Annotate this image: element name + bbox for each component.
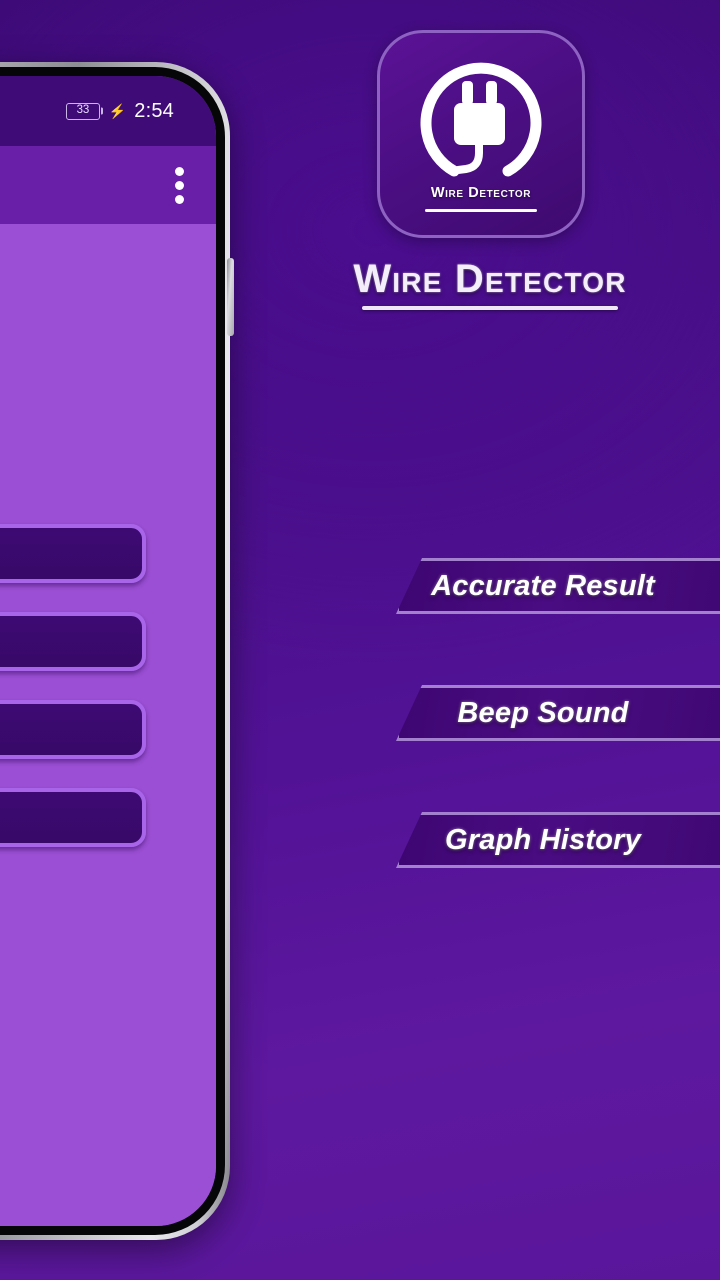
feature-banner-label: Graph History bbox=[445, 823, 641, 856]
kebab-dot bbox=[175, 180, 184, 190]
feature-banner: Beep Sound bbox=[396, 685, 720, 741]
app-menu-button[interactable] bbox=[0, 700, 146, 759]
kebab-menu-icon[interactable] bbox=[175, 166, 184, 204]
phone-screen: 33 ⚡ 2:54 bbox=[0, 76, 216, 1226]
feature-banner-label: Beep Sound bbox=[457, 696, 629, 729]
phone-power-button[interactable] bbox=[227, 258, 234, 336]
app-content bbox=[0, 224, 216, 1226]
app-bar bbox=[0, 146, 216, 224]
kebab-dot bbox=[175, 166, 184, 176]
app-button-list bbox=[0, 524, 146, 847]
battery-percent-label: 33 bbox=[76, 104, 90, 117]
feature-banner-label: Accurate Result bbox=[431, 569, 655, 602]
kebab-dot bbox=[175, 194, 184, 204]
feature-banner: Accurate Result bbox=[396, 558, 720, 614]
feature-banner: Graph History bbox=[396, 812, 720, 868]
charging-bolt-icon: ⚡ bbox=[108, 103, 127, 119]
battery-icon: 33 bbox=[65, 102, 100, 120]
phone-mockup: 33 ⚡ 2:54 bbox=[0, 62, 234, 1240]
app-menu-button[interactable] bbox=[0, 788, 146, 847]
app-menu-button[interactable] bbox=[0, 612, 146, 671]
app-menu-button[interactable] bbox=[0, 524, 146, 583]
status-bar: 33 ⚡ 2:54 bbox=[0, 76, 216, 146]
status-bar-clock: 2:54 bbox=[134, 100, 174, 122]
